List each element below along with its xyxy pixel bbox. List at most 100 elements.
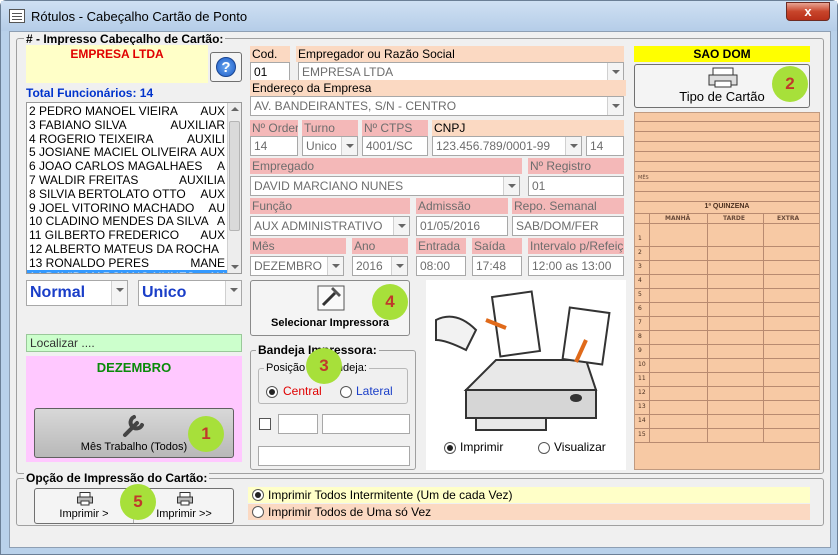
employee-list-item[interactable]: 4 ROGERIO TEIXEIRA AUXILI [27,132,227,146]
tray-offset-field[interactable] [278,414,318,434]
employee-list-item[interactable]: 7 WALDIR FREITAS AUXILIA [27,173,227,187]
funcao-select[interactable]: AUX ADMINISTRATIVO [250,216,410,236]
card-day-number: 5 [638,291,642,298]
employee-role: AUXILIAR [170,117,225,132]
label-intervalo: Intervalo p/Refeiç. [528,238,624,254]
option-all-once-row[interactable]: Imprimir Todos de Uma só Vez [248,504,810,520]
chevron-down-icon[interactable] [393,217,409,235]
radio-intermittent[interactable] [252,489,264,501]
admissao-field[interactable]: 01/05/2016 [416,216,508,236]
employee-role: A [216,214,225,229]
card-day-row: 5 [635,289,819,303]
chevron-down-icon[interactable] [341,137,357,155]
window-title: Rótulos - Cabeçalho Cartão de Ponto [31,9,248,24]
n-ordem-field[interactable]: 14 [250,136,298,156]
card-col-manha: MANHÃ [665,215,691,222]
employee-name: 13 RONALDO PERES [29,255,150,270]
employee-list-item[interactable]: 10 CLADINO MENDES DA SILVA A [27,214,227,228]
entrada-field[interactable]: 08:00 [416,256,466,276]
intervalo-field[interactable]: 12:00 as 13:00 [528,256,624,276]
saida-field[interactable]: 17:48 [472,256,522,276]
card-day-number: 7 [638,319,642,326]
employee-list-item[interactable]: 14 DAVID MARCIANO NUNES AU [27,269,227,273]
option-intermittent-row[interactable]: Imprimir Todos Intermitente (Um de cada … [248,487,810,503]
scroll-thumb[interactable] [229,121,240,231]
employee-list-item[interactable]: 2 PEDRO MANOEL VIEIRA AUX [27,104,227,118]
chevron-down-icon[interactable] [391,257,407,275]
step-badge-5: 5 [120,484,156,520]
search-input[interactable]: Localizar .... [26,334,242,352]
help-button[interactable]: ? [210,52,242,82]
tray-extra-field[interactable] [322,414,410,434]
chevron-down-icon[interactable] [607,97,623,115]
label-repouso: Repo. Semanal [512,198,624,214]
employee-list-item[interactable]: 6 JOAO CARLOS MAGALHAES A [27,159,227,173]
label-cod: Cod. [250,46,290,62]
empregado-value: DAVID MARCIANO NUNES [254,179,404,193]
chevron-down-icon[interactable] [327,257,343,275]
chevron-down-icon[interactable] [111,281,127,305]
employee-list-item[interactable]: 8 SILVIA BERTOLATO OTTO AUX [27,187,227,201]
mode-select[interactable]: Normal [26,280,128,306]
label-entrada: Entrada [416,238,466,254]
empregador-select[interactable]: EMPRESA LTDA [298,62,624,82]
card-day-number: 3 [638,263,642,270]
empregado-select[interactable]: DAVID MARCIANO NUNES [250,176,520,196]
chevron-down-icon[interactable] [225,281,241,305]
print-one-button[interactable]: Imprimir > [35,489,134,523]
step-badge-3: 3 [306,348,342,384]
card-col-extra: EXTRA [777,215,800,222]
n-ctps-field[interactable]: 4001/SC [362,136,428,156]
tray-checkbox[interactable] [259,418,271,430]
type-select[interactable]: Unico [138,280,242,306]
card-day-row: 8 [635,331,819,345]
step-badge-4: 4 [372,284,408,320]
label-saida: Saída [472,238,522,254]
card-day-number: 2 [638,249,642,256]
cnpj-suffix-field[interactable]: 14 [586,136,624,156]
cod-field[interactable]: 01 [250,62,290,82]
close-button[interactable]: x [786,2,830,21]
employee-name: 11 GILBERTO FREDERICO [29,228,180,243]
employee-list-item[interactable]: 12 ALBERTO MATEUS DA ROCHA [27,242,227,256]
employee-list-item[interactable]: 3 FABIANO SILVA AUXILIAR [27,118,227,132]
employee-name: 6 JOAO CARLOS MAGALHAES [29,159,203,174]
radio-print[interactable] [444,442,456,454]
card-day-row: 4 [635,275,819,289]
card-day-row: 12 [635,387,819,401]
chevron-down-icon[interactable] [503,177,519,195]
ano-select[interactable]: 2016 [352,256,408,276]
employee-list[interactable]: 2 PEDRO MANOEL VIEIRA AUX 3 FABIANO SILVA A… [26,102,242,274]
employee-list-item[interactable]: 9 JOEL VITORINO MACHADO AU [27,201,227,215]
card-day-row: 11 [635,373,819,387]
radio-view[interactable] [538,442,550,454]
chevron-down-icon[interactable] [565,137,581,155]
mode-select-value: Normal [30,284,86,301]
chevron-down-icon[interactable] [607,63,623,81]
cnpj-select[interactable]: 123.456.789/0001-99 [432,136,582,156]
repouso-field[interactable]: SAB/DOM/FER [512,216,624,236]
radio-all-once[interactable] [252,506,264,518]
print-options-title: Opção de Impressão do Cartão: [24,471,210,485]
employee-list-item[interactable]: 11 GILBERTO FREDERICO AUX [27,228,227,242]
mes-select[interactable]: DEZEMBRO [250,256,344,276]
radio-central[interactable] [266,386,278,398]
cnpj-value: 123.456.789/0001-99 [436,139,551,153]
employee-role: AUX [200,228,225,243]
employee-list-item[interactable]: 13 RONALDO PERES MANE [27,256,227,270]
employee-list-item[interactable]: 5 JOSIANE MACIEL OLIVEIRA AUX [27,145,227,159]
app-window: Rótulos - Cabeçalho Cartão de Ponto x # … [0,0,838,555]
list-scrollbar[interactable] [227,103,241,273]
tray-notes-field[interactable] [258,446,410,466]
employee-role: A [216,159,225,174]
turno-select[interactable]: Unico [302,136,358,156]
card-day-number: 8 [638,333,642,340]
endereco-select[interactable]: AV. BANDEIRANTES, S/N - CENTRO [250,96,624,116]
scroll-up-icon[interactable] [231,107,239,111]
employee-name: 10 CLADINO MENDES DA SILVA [29,214,209,229]
hammer-icon [317,285,345,311]
label-cnpj: CNPJ [432,120,624,136]
n-registro-field[interactable]: 01 [528,176,624,196]
radio-lateral[interactable] [340,386,352,398]
scroll-down-icon[interactable] [231,265,239,269]
